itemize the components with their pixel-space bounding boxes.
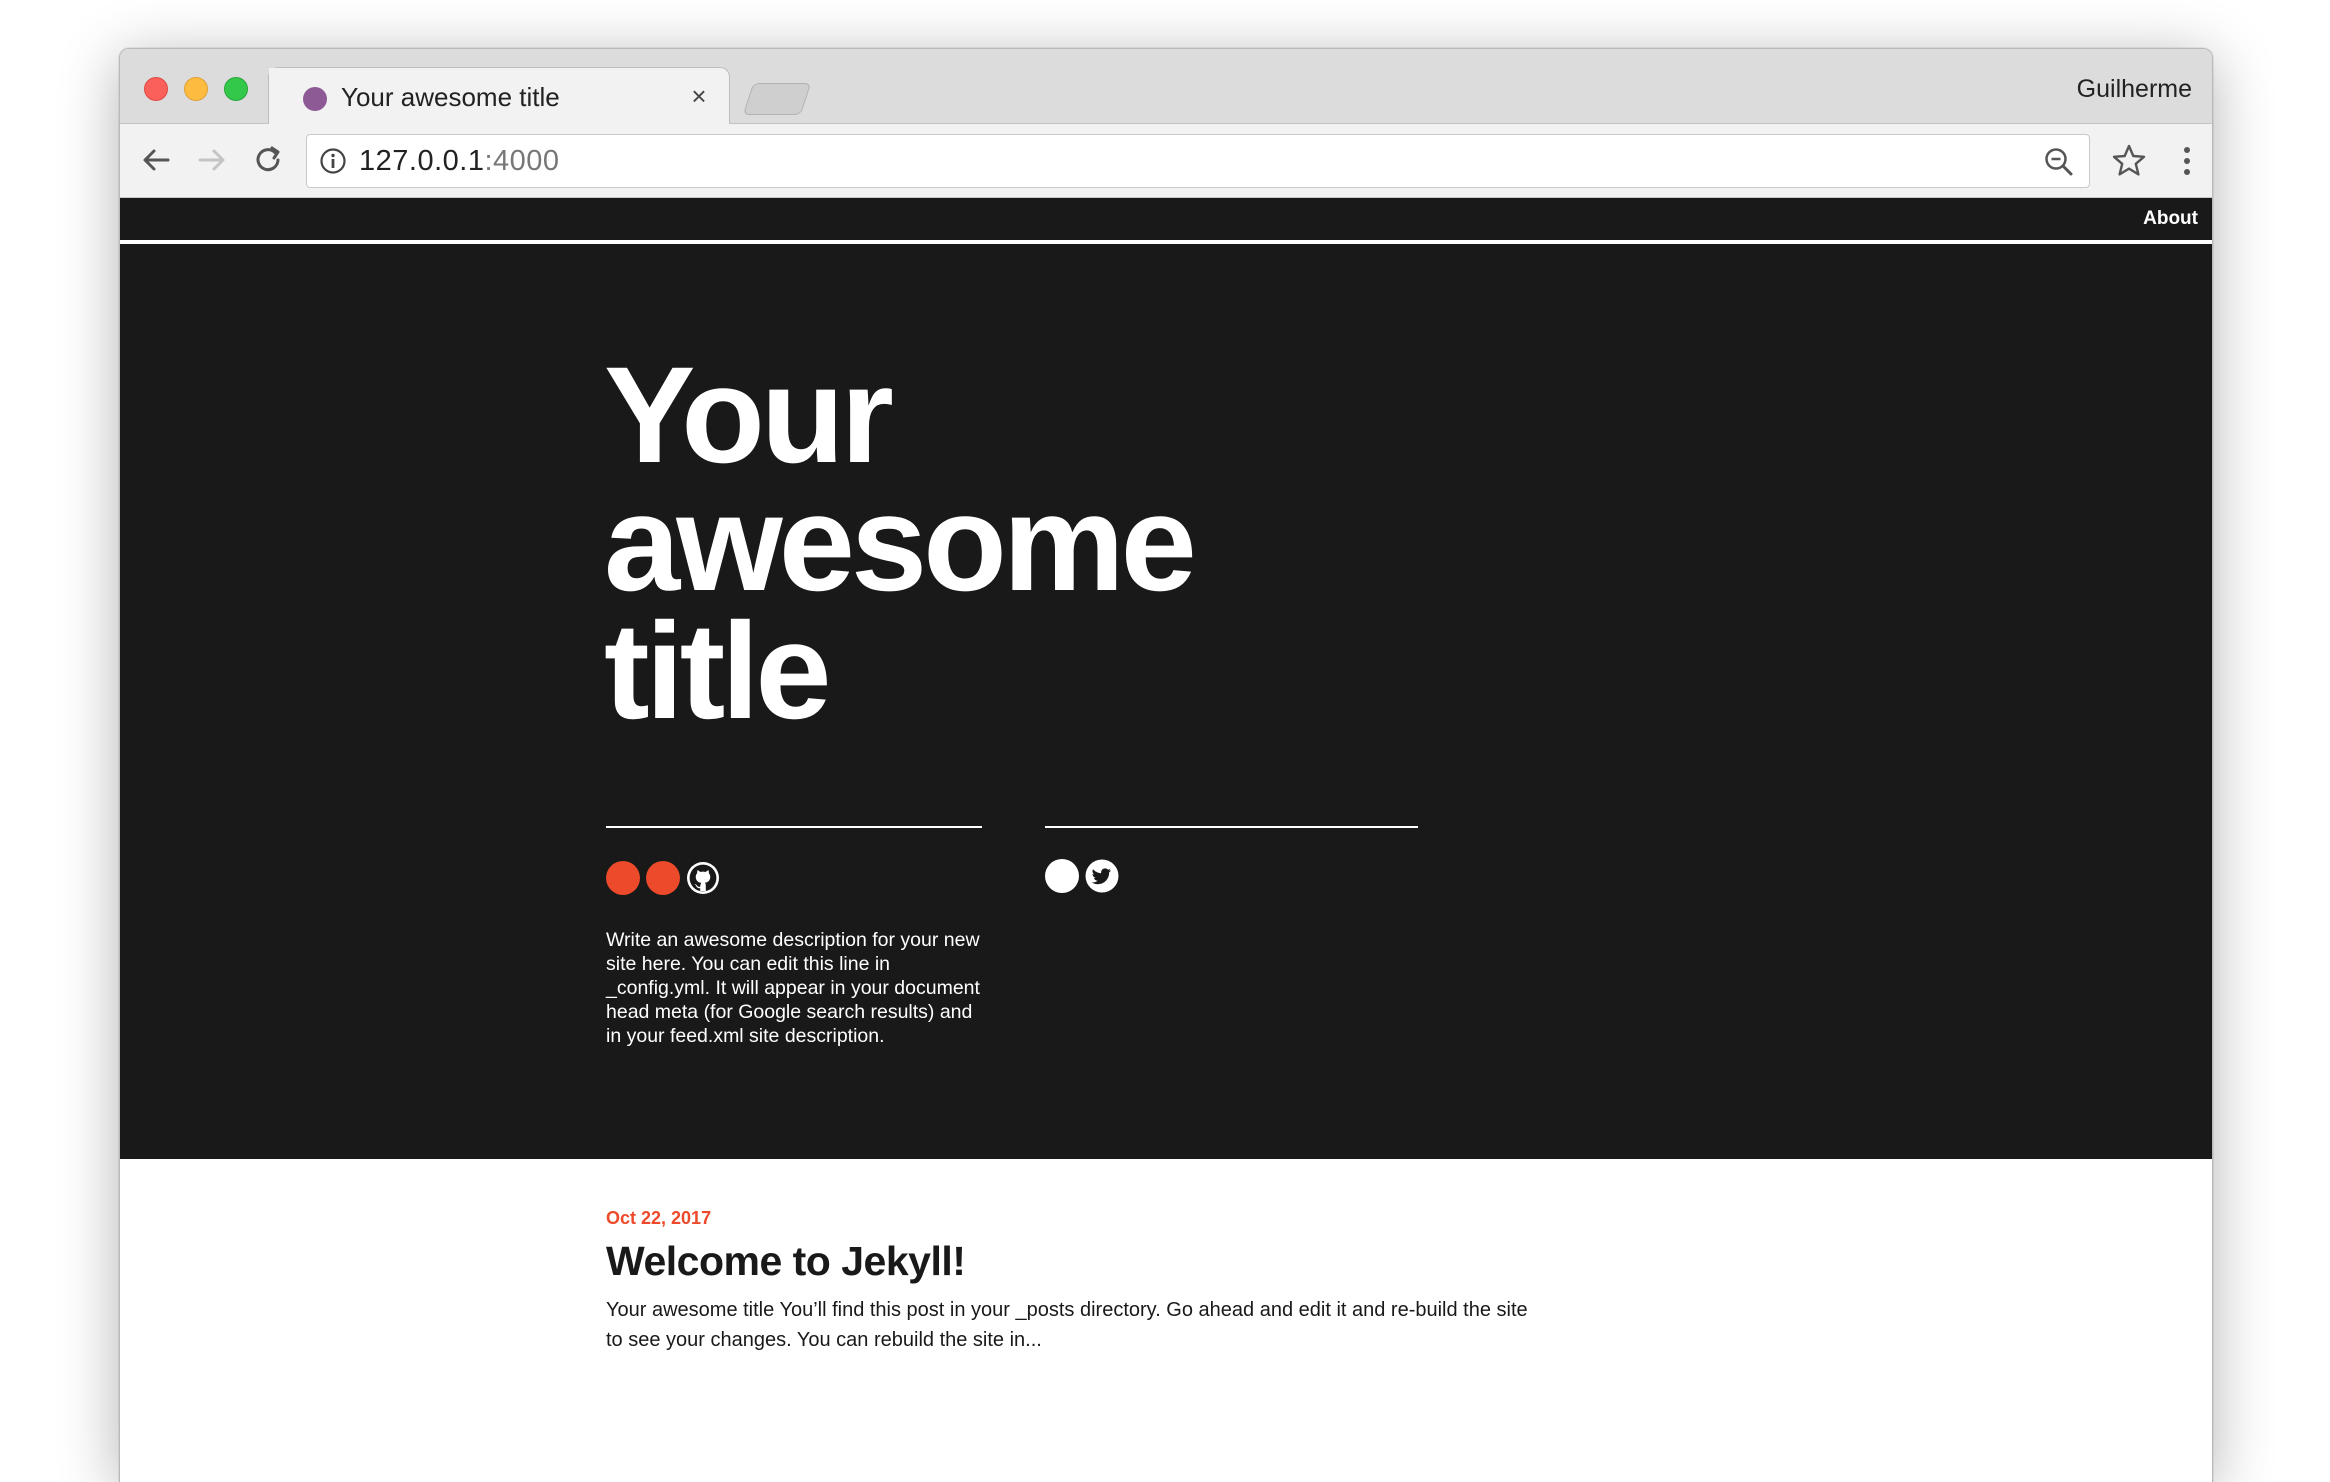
address-bar[interactable]: 127.0.0.1:4000 [306,134,2090,188]
window-minimize-button[interactable] [184,77,208,101]
url-text: 127.0.0.1:4000 [359,145,560,178]
post-date: Oct 22, 2017 [606,1208,712,1228]
tab-title: Your awesome title [341,82,560,112]
kebab-menu-icon[interactable] [2168,142,2206,180]
reload-icon[interactable] [248,140,288,180]
nav-link-about[interactable]: About [2143,208,2198,230]
zoom-out-icon[interactable] [2043,146,2075,178]
post-excerpt: Your awesome title You’ll find this post… [606,1299,1528,1351]
favicon-icon [303,87,327,111]
new-tab-button[interactable] [742,83,812,115]
social-link-orange-icon[interactable] [646,861,680,895]
social-icons-right [1045,859,1119,893]
site-title-line-3: title [604,595,832,748]
divider-left [606,826,982,828]
post-title-link[interactable]: Welcome to Jekyll! [606,1235,1566,1287]
info-icon[interactable] [319,147,347,175]
browser-toolbar: 127.0.0.1:4000 [120,124,2212,198]
url-port: :4000 [484,145,560,177]
social-link-white-icon[interactable] [1045,859,1079,893]
profile-name[interactable]: Guilherme [2077,75,2192,104]
post-preview: Oct 22, 2017 Welcome to Jekyll! Your awe… [606,1208,1566,1355]
tab-close-icon[interactable]: × [685,81,713,111]
web-page: About Your awesome title Write an awesom… [120,198,2212,1482]
divider-right [1045,826,1418,828]
window-maximize-button[interactable] [224,77,248,101]
hero-section: Your awesome title Write an awesome desc… [120,244,2212,1159]
github-icon[interactable] [686,861,720,895]
social-link-orange-icon[interactable] [606,861,640,895]
site-description: Write an awesome description for your ne… [606,929,980,1047]
social-icons-left [606,861,720,895]
site-header: About [120,198,2212,242]
browser-tab-active[interactable]: Your awesome title × [268,67,730,125]
bookmark-star-icon[interactable] [2110,142,2148,180]
twitter-icon[interactable] [1085,859,1119,893]
browser-window: Your awesome title × Guilherme 127.0.0.1… [119,48,2213,1482]
back-arrow-icon[interactable] [136,140,176,180]
tab-strip: Your awesome title × Guilherme [120,49,2212,125]
site-title: Your awesome title [604,347,1284,740]
forward-arrow-icon[interactable] [192,140,232,180]
url-host: 127.0.0.1 [359,145,485,177]
window-close-button[interactable] [144,77,168,101]
